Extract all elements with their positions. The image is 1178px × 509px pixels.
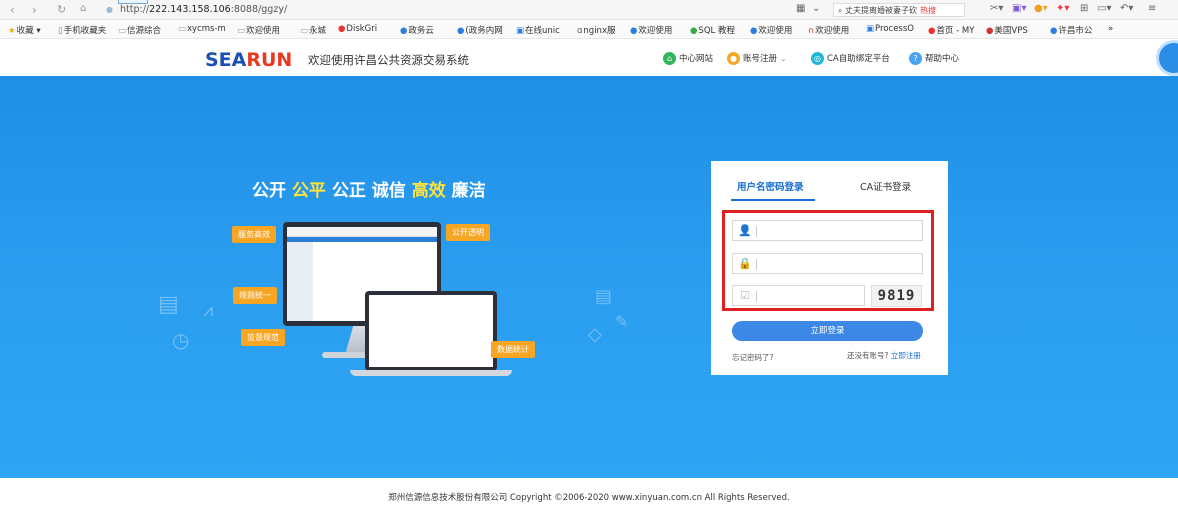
reader-icon[interactable]: ▦ [796, 3, 805, 14]
chart-icon: ⩘ [203, 300, 214, 321]
bookmark-item[interactable]: ●(政务内网 [457, 24, 503, 36]
tab-password-login[interactable]: 用户名密码登录 [737, 179, 804, 193]
tag-transparent: 公开透明 [446, 224, 490, 241]
bookmark-item[interactable]: ●政务云 [400, 24, 434, 36]
searun-logo[interactable]: SEARUN [205, 49, 292, 71]
url-path: :8088/ggzy/ [230, 4, 288, 15]
menu-icon[interactable]: ≡ [1148, 3, 1156, 14]
login-button[interactable]: 立即登录 [732, 321, 923, 341]
bookmarks-bar: ★收藏 ▾ ▯手机收藏夹 ▭信源综合 ▭xycms-m ▭欢迎使用 ▭永城 ●D… [0, 20, 1178, 39]
game-icon[interactable]: ✦▾ [1056, 3, 1069, 14]
nav-center-site[interactable]: ⌂ 中心网站 [663, 52, 713, 65]
chevron-down-icon: ⌄ [779, 54, 787, 64]
forgot-password-link[interactable]: 忘记密码了? [732, 352, 773, 363]
home-icon: ⌂ [663, 52, 676, 65]
url-scheme: http:// [120, 4, 150, 15]
bookmark-item[interactable]: ●欢迎使用 [750, 24, 792, 36]
tag-supervision: 监督规范 [241, 329, 285, 346]
bookmark-item[interactable]: ▭永城 [300, 24, 326, 36]
footer: 郑州信源信息技术股份有限公司 Copyright ©2006-2020 www.… [0, 478, 1178, 509]
bookmarks-overflow[interactable]: » [1108, 24, 1113, 34]
tab-ca-login[interactable]: CA证书登录 [860, 179, 911, 193]
bookmark-item[interactable]: ∩欢迎使用 [808, 24, 849, 36]
tag-unified: 规则统一 [233, 287, 277, 304]
bookmark-item[interactable]: ●DiskGri [338, 24, 377, 34]
register-link[interactable]: 立即注册 [891, 351, 921, 360]
bookmark-item[interactable]: ɑnginx服 [577, 24, 615, 36]
coin-icon[interactable]: ●▾ [1034, 3, 1048, 14]
file-icon: ▤ [595, 286, 613, 307]
active-tab-indicator [731, 199, 815, 201]
document-icon: ▤ [158, 292, 179, 317]
reload-icon[interactable]: ↻ [57, 3, 66, 16]
nav-ca-binding[interactable]: ◎ CA自助绑定平台 [811, 52, 890, 65]
search-text: 丈夫提离婚被妻子砍 [845, 6, 918, 15]
hot-badge: 热搜 [920, 6, 937, 15]
site-header: SEARUN 欢迎使用许昌公共资源交易系统 ⌂ 中心网站 ● 账号注册 ⌄ ◎ CA自… [0, 40, 1178, 76]
bookmark-item[interactable]: ▣在线unic [516, 24, 560, 36]
apps-icon[interactable]: ⊞ [1080, 3, 1088, 14]
bookmark-item[interactable]: ▣ProcessO [866, 24, 914, 34]
bookmark-item[interactable]: ▭xycms-m [178, 24, 226, 34]
ca-icon: ◎ [811, 52, 824, 65]
tag-service: 服务高效 [232, 226, 276, 243]
bookmark-item[interactable]: ▯手机收藏夹 [58, 24, 106, 36]
extension-icon[interactable]: ▣▾ [1012, 3, 1026, 14]
paper-icon: ◇ [588, 324, 602, 345]
address-bar[interactable]: http://222.143.158.106:8088/ggzy/ [120, 4, 287, 15]
tag-statistics: 数据统计 [491, 341, 535, 358]
laptop-illustration [365, 291, 497, 371]
pen-icon: ✎ [615, 312, 629, 331]
slogan: 公开 公平 公正 诚信 高效 廉洁 [252, 181, 486, 201]
no-account-text: 还没有账号? [847, 351, 889, 360]
bookmark-item[interactable]: ★收藏 ▾ [8, 24, 41, 36]
back-icon[interactable]: ‹ [10, 3, 15, 17]
home-icon[interactable]: ⌂ [80, 3, 86, 14]
bookmark-item[interactable]: ●许昌市公 [1050, 24, 1092, 36]
bookmark-item[interactable]: ●美国VPS [986, 24, 1028, 36]
laptop-base [350, 370, 512, 376]
bookmark-item[interactable]: ●欢迎使用 [630, 24, 672, 36]
register-prompt: 还没有账号? 立即注册 [847, 350, 921, 361]
bookmark-item[interactable]: ●SQL 教程 [690, 24, 735, 36]
user-icon: ● [727, 52, 740, 65]
bookmark-item[interactable]: ●首页 - MY [928, 24, 974, 36]
browser-toolbar: ‹ › ↻ ⌂ ● http://222.143.158.106:8088/gg… [0, 0, 1178, 20]
undo-icon[interactable]: ↶▾ [1120, 3, 1133, 14]
hero-banner: 公开 公平 公正 诚信 高效 廉洁 ▤ ⩘ ◷ ▤ ◇ ✎ 服务高效 公开透明 … [0, 76, 1178, 478]
search-box[interactable]: ⌕ 丈夫提离婚被妻子砍 热搜 [833, 3, 965, 17]
url-host: 222.143.158.106 [149, 4, 231, 15]
dropdown-icon[interactable]: ⌄ [812, 3, 820, 14]
search-icon: ⌕ [838, 6, 846, 15]
site-title: 欢迎使用许昌公共资源交易系统 [308, 53, 469, 67]
cut-icon[interactable]: ✂▾ [990, 3, 1003, 14]
highlight-box [722, 210, 934, 311]
help-icon: ? [909, 52, 922, 65]
clock-icon: ◷ [172, 328, 190, 352]
screen-icon[interactable]: ▭▾ [1097, 3, 1111, 14]
bookmark-item[interactable]: ▭欢迎使用 [237, 24, 280, 36]
nav-help[interactable]: ? 帮助中心 [909, 52, 959, 65]
copyright-text: 郑州信源信息技术股份有限公司 Copyright ©2006-2020 www.… [388, 493, 790, 503]
bookmark-item[interactable]: ▭信源综合 [118, 24, 161, 36]
forward-icon[interactable]: › [32, 3, 37, 17]
site-info-icon[interactable]: ● [106, 5, 113, 14]
nav-register[interactable]: ● 账号注册 ⌄ [727, 52, 787, 65]
